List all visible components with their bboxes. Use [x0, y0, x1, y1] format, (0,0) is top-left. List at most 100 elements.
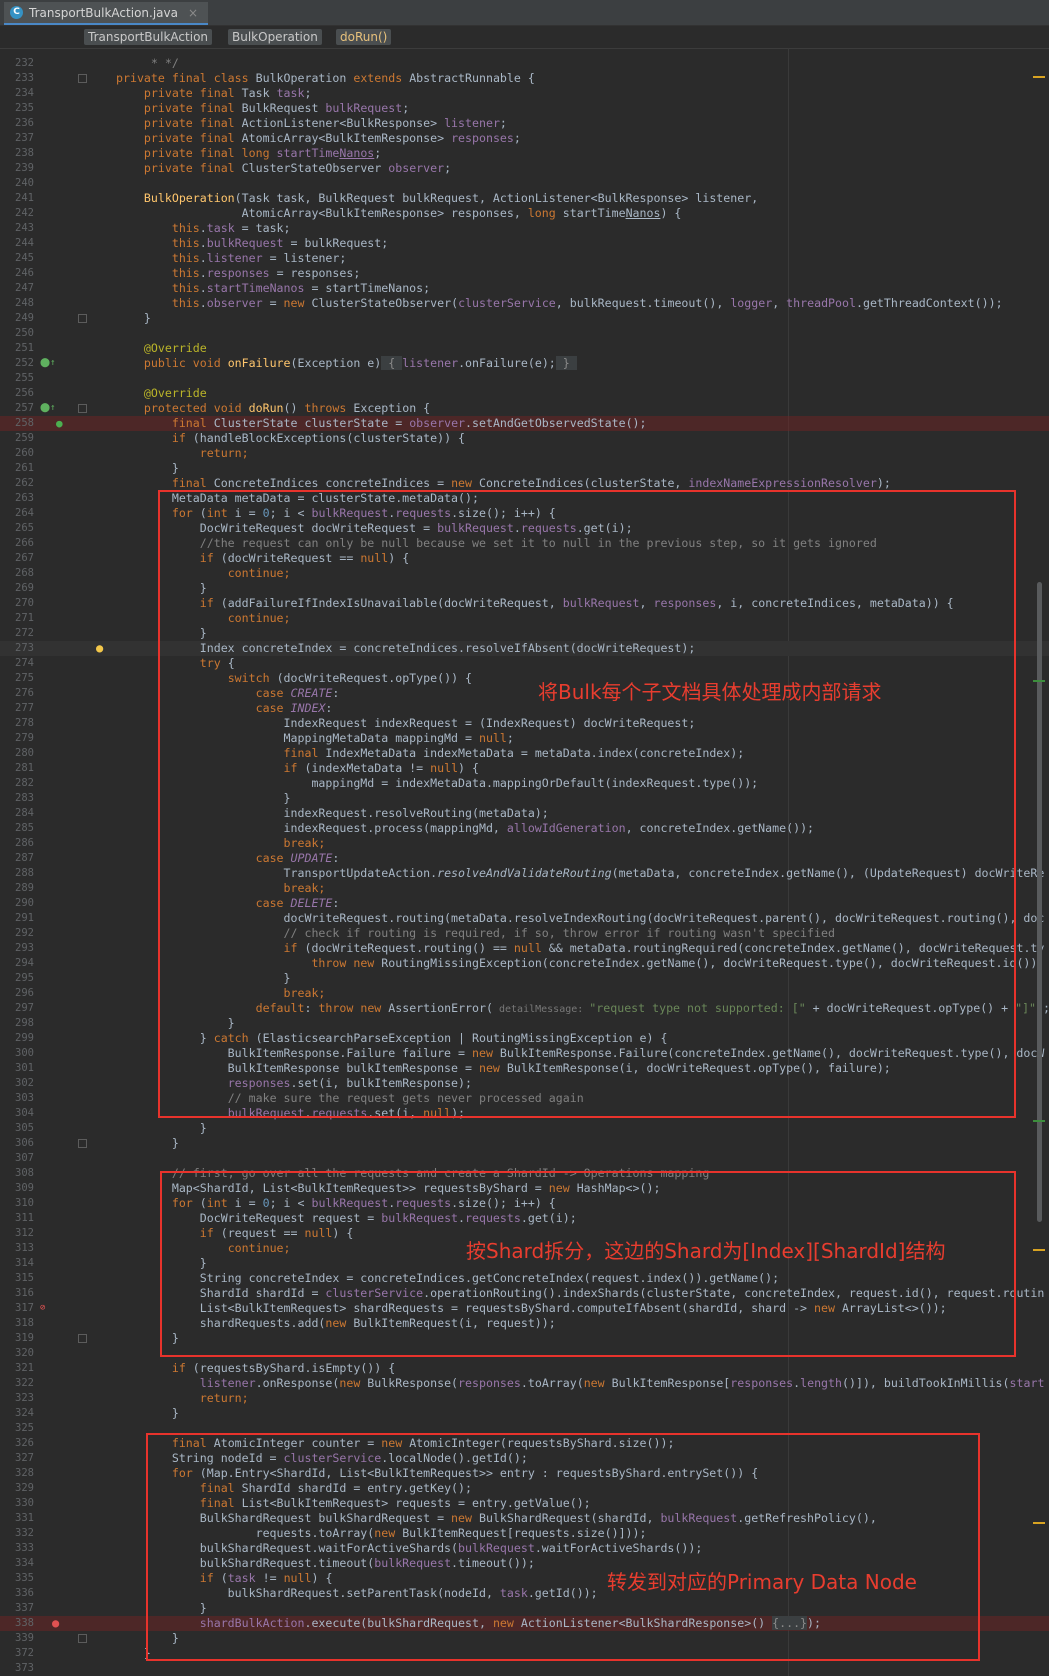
- code-line[interactable]: 250: [0, 326, 1049, 341]
- line-number: 334: [15, 1557, 34, 1569]
- code-line[interactable]: 256 @Override: [0, 386, 1049, 401]
- code-line[interactable]: 246 this.responses = responses;: [0, 266, 1049, 281]
- line-number: 294: [15, 957, 34, 969]
- code-line[interactable]: 262 final ConcreteIndices concreteIndice…: [0, 476, 1049, 491]
- fold-marker-icon[interactable]: [78, 74, 87, 83]
- code-line[interactable]: 237 private final AtomicArray<BulkItemRe…: [0, 131, 1049, 146]
- close-icon[interactable]: ×: [188, 6, 198, 20]
- override-method-icon[interactable]: ⬤↑: [40, 356, 56, 371]
- override-method-icon[interactable]: ⬤↑: [40, 401, 56, 416]
- line-number: 281: [15, 762, 34, 774]
- line-number: 331: [15, 1512, 34, 1524]
- code-editor[interactable]: 232 * */233 private final class BulkOpera…: [0, 48, 1049, 1676]
- code-line[interactable]: 307: [0, 1151, 1049, 1166]
- code-line[interactable]: 323 return;: [0, 1391, 1049, 1406]
- line-number: 289: [15, 882, 34, 894]
- code-text: this.bulkRequest = bulkRequest;: [171, 236, 389, 250]
- line-number: 328: [15, 1467, 34, 1479]
- code-line[interactable]: 239 private final ClusterStateObserver o…: [0, 161, 1049, 176]
- code-line[interactable]: 306 }: [0, 1136, 1049, 1151]
- line-number: 278: [15, 717, 34, 729]
- line-number: 275: [15, 672, 34, 684]
- fold-marker-icon[interactable]: [78, 404, 87, 413]
- breadcrumb-item-method[interactable]: doRun(): [336, 29, 392, 45]
- annotation-shard-split: 按Shard拆分，这边的Shard为[Index][ShardId]结构: [466, 1239, 946, 1263]
- code-line[interactable]: 260 return;: [0, 446, 1049, 461]
- line-number: 296: [15, 987, 34, 999]
- code-line[interactable]: 243 this.task = task;: [0, 221, 1049, 236]
- code-line[interactable]: 324 }: [0, 1406, 1049, 1421]
- line-number: 330: [15, 1497, 34, 1509]
- code-line[interactable]: 259 if (handleBlockExceptions(clusterSta…: [0, 431, 1049, 446]
- breadcrumb-item-inner-class[interactable]: BulkOperation: [228, 29, 322, 45]
- line-number: 276: [15, 687, 34, 699]
- breakpoint-icon[interactable]: ●: [56, 416, 63, 431]
- code-line[interactable]: 247 this.startTimeNanos = startTimeNanos…: [0, 281, 1049, 296]
- vertical-scrollbar-thumb[interactable]: [1037, 582, 1042, 1222]
- line-number: 372: [15, 1647, 34, 1659]
- code-line[interactable]: 251 @Override: [0, 341, 1049, 356]
- code-line[interactable]: 233 private final class BulkOperation ext…: [0, 71, 1049, 86]
- code-line[interactable]: 232 * */: [0, 56, 1049, 71]
- code-line[interactable]: 258 final ClusterState clusterState = ob…: [0, 416, 1049, 431]
- code-line[interactable]: 321 if (requestsByShard.isEmpty()) {: [0, 1361, 1049, 1376]
- code-text: }: [116, 461, 179, 475]
- line-number: 255: [15, 372, 34, 384]
- code-line[interactable]: 242 AtomicArray<BulkItemResponse> respon…: [0, 206, 1049, 221]
- fold-marker-icon[interactable]: [78, 1634, 87, 1643]
- change-stripe-mark[interactable]: [1033, 1120, 1045, 1122]
- line-number: 320: [15, 1347, 34, 1359]
- code-line[interactable]: 252 public void onFailure(Exception e) {…: [0, 356, 1049, 371]
- line-number: 316: [15, 1287, 34, 1299]
- change-stripe-mark[interactable]: [1033, 680, 1045, 682]
- line-number: 318: [15, 1317, 34, 1329]
- breakpoint-icon[interactable]: ●: [52, 1616, 59, 1631]
- code-line[interactable]: 305 }: [0, 1121, 1049, 1136]
- breadcrumb-item-class[interactable]: TransportBulkAction: [84, 29, 213, 45]
- code-line[interactable]: 257 protected void doRun() throws Except…: [0, 401, 1049, 416]
- warning-stripe-mark[interactable]: [1033, 76, 1045, 78]
- line-number: 324: [15, 1407, 34, 1419]
- line-number: 288: [15, 867, 34, 879]
- fold-marker-icon[interactable]: [78, 314, 87, 323]
- code-text: protected void doRun() throws Exception …: [143, 401, 431, 415]
- highlight-box-shard-split: [160, 1171, 1016, 1357]
- code-line[interactable]: 249 }: [0, 311, 1049, 326]
- code-text: private final ClusterStateObserver obser…: [143, 161, 452, 175]
- line-number: 301: [15, 1062, 34, 1074]
- fold-marker-icon[interactable]: [78, 1334, 87, 1343]
- code-line[interactable]: 322 listener.onResponse(new BulkResponse…: [0, 1376, 1049, 1391]
- code-line[interactable]: 240: [0, 176, 1049, 191]
- code-text: if (handleBlockExceptions(clusterState))…: [171, 431, 466, 445]
- code-line[interactable]: 238 private final long startTimeNanos;: [0, 146, 1049, 161]
- code-line[interactable]: 241 BulkOperation(Task task, BulkRequest…: [0, 191, 1049, 206]
- code-line[interactable]: 373: [0, 1661, 1049, 1676]
- code-text: this.responses = responses;: [171, 266, 361, 280]
- error-marker-icon[interactable]: ⊘: [40, 1301, 45, 1316]
- code-line[interactable]: 255: [0, 371, 1049, 386]
- warning-stripe-mark[interactable]: [1033, 1522, 1045, 1524]
- line-number: 232: [15, 57, 34, 69]
- line-number: 245: [15, 252, 34, 264]
- line-number: 277: [15, 702, 34, 714]
- code-line[interactable]: 244 this.bulkRequest = bulkRequest;: [0, 236, 1049, 251]
- line-number: 284: [15, 807, 34, 819]
- code-line[interactable]: 248 this.observer = new ClusterStateObse…: [0, 296, 1049, 311]
- lightbulb-icon[interactable]: ●: [96, 641, 103, 656]
- code-text: private final AtomicArray<BulkItemRespon…: [143, 131, 521, 145]
- line-number: 251: [15, 342, 34, 354]
- warning-stripe-mark[interactable]: [1033, 1249, 1045, 1251]
- editor-tab[interactable]: C TransportBulkAction.java ×: [4, 2, 209, 25]
- code-text: return;: [199, 446, 249, 460]
- code-text: }: [116, 1136, 179, 1150]
- line-number: 272: [15, 627, 34, 639]
- fold-marker-icon[interactable]: [78, 1139, 87, 1148]
- code-line[interactable]: 236 private final ActionListener<BulkRes…: [0, 116, 1049, 131]
- code-line[interactable]: 245 this.listener = listener;: [0, 251, 1049, 266]
- line-number: 242: [15, 207, 34, 219]
- line-number: 259: [15, 432, 34, 444]
- code-line[interactable]: 234 private final Task task;: [0, 86, 1049, 101]
- code-line[interactable]: 261 }: [0, 461, 1049, 476]
- code-text: }: [116, 1121, 207, 1135]
- code-line[interactable]: 235 private final BulkRequest bulkReques…: [0, 101, 1049, 116]
